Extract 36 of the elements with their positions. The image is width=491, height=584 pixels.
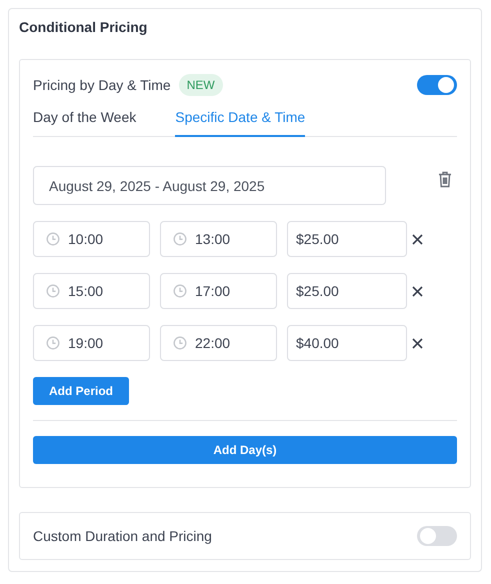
- start-time-field[interactable]: 10:00: [33, 221, 150, 257]
- toggle-switch[interactable]: [417, 526, 457, 546]
- start-time-field[interactable]: 15:00: [33, 273, 150, 309]
- custom-duration-label: Custom Duration and Pricing: [33, 528, 212, 544]
- tab[interactable]: Specific Date & Time: [175, 104, 306, 137]
- time-text: 22:00: [195, 335, 230, 351]
- trash-icon[interactable]: [438, 171, 452, 188]
- toggle-switch[interactable]: [417, 75, 457, 95]
- price-field[interactable]: $25.00: [287, 273, 407, 309]
- close-icon[interactable]: [412, 338, 423, 348]
- close-icon[interactable]: [412, 234, 423, 244]
- start-time-field[interactable]: 19:00: [33, 325, 150, 361]
- end-time-field[interactable]: 13:00: [160, 221, 277, 257]
- clock-icon: [173, 284, 187, 298]
- clock-icon: [173, 232, 187, 246]
- close-icon[interactable]: [412, 286, 423, 296]
- add-period-button[interactable]: Add Period: [33, 377, 130, 405]
- clock-icon: [46, 284, 60, 298]
- time-text: 19:00: [68, 335, 104, 351]
- pricing-label: Pricing by Day & Time: [33, 77, 171, 93]
- time-text: 13:00: [195, 231, 230, 247]
- price-field[interactable]: $40.00: [287, 325, 407, 361]
- price-field[interactable]: $25.00: [287, 221, 407, 257]
- date-range-field[interactable]: August 29, 2025 - August 29, 2025: [33, 166, 386, 205]
- time-text: 17:00: [195, 283, 230, 299]
- clock-icon: [46, 336, 60, 350]
- tab[interactable]: Day of the Week: [33, 104, 136, 137]
- end-time-field[interactable]: 22:00: [160, 325, 277, 361]
- section-title: Conditional Pricing: [19, 19, 148, 35]
- time-text: 15:00: [68, 283, 104, 299]
- new-badge: NEW: [178, 74, 223, 96]
- clock-icon: [173, 336, 187, 350]
- add-days-button[interactable]: Add Day(s): [33, 436, 457, 464]
- time-text: 10:00: [68, 231, 104, 247]
- clock-icon: [46, 232, 60, 246]
- end-time-field[interactable]: 17:00: [160, 273, 277, 309]
